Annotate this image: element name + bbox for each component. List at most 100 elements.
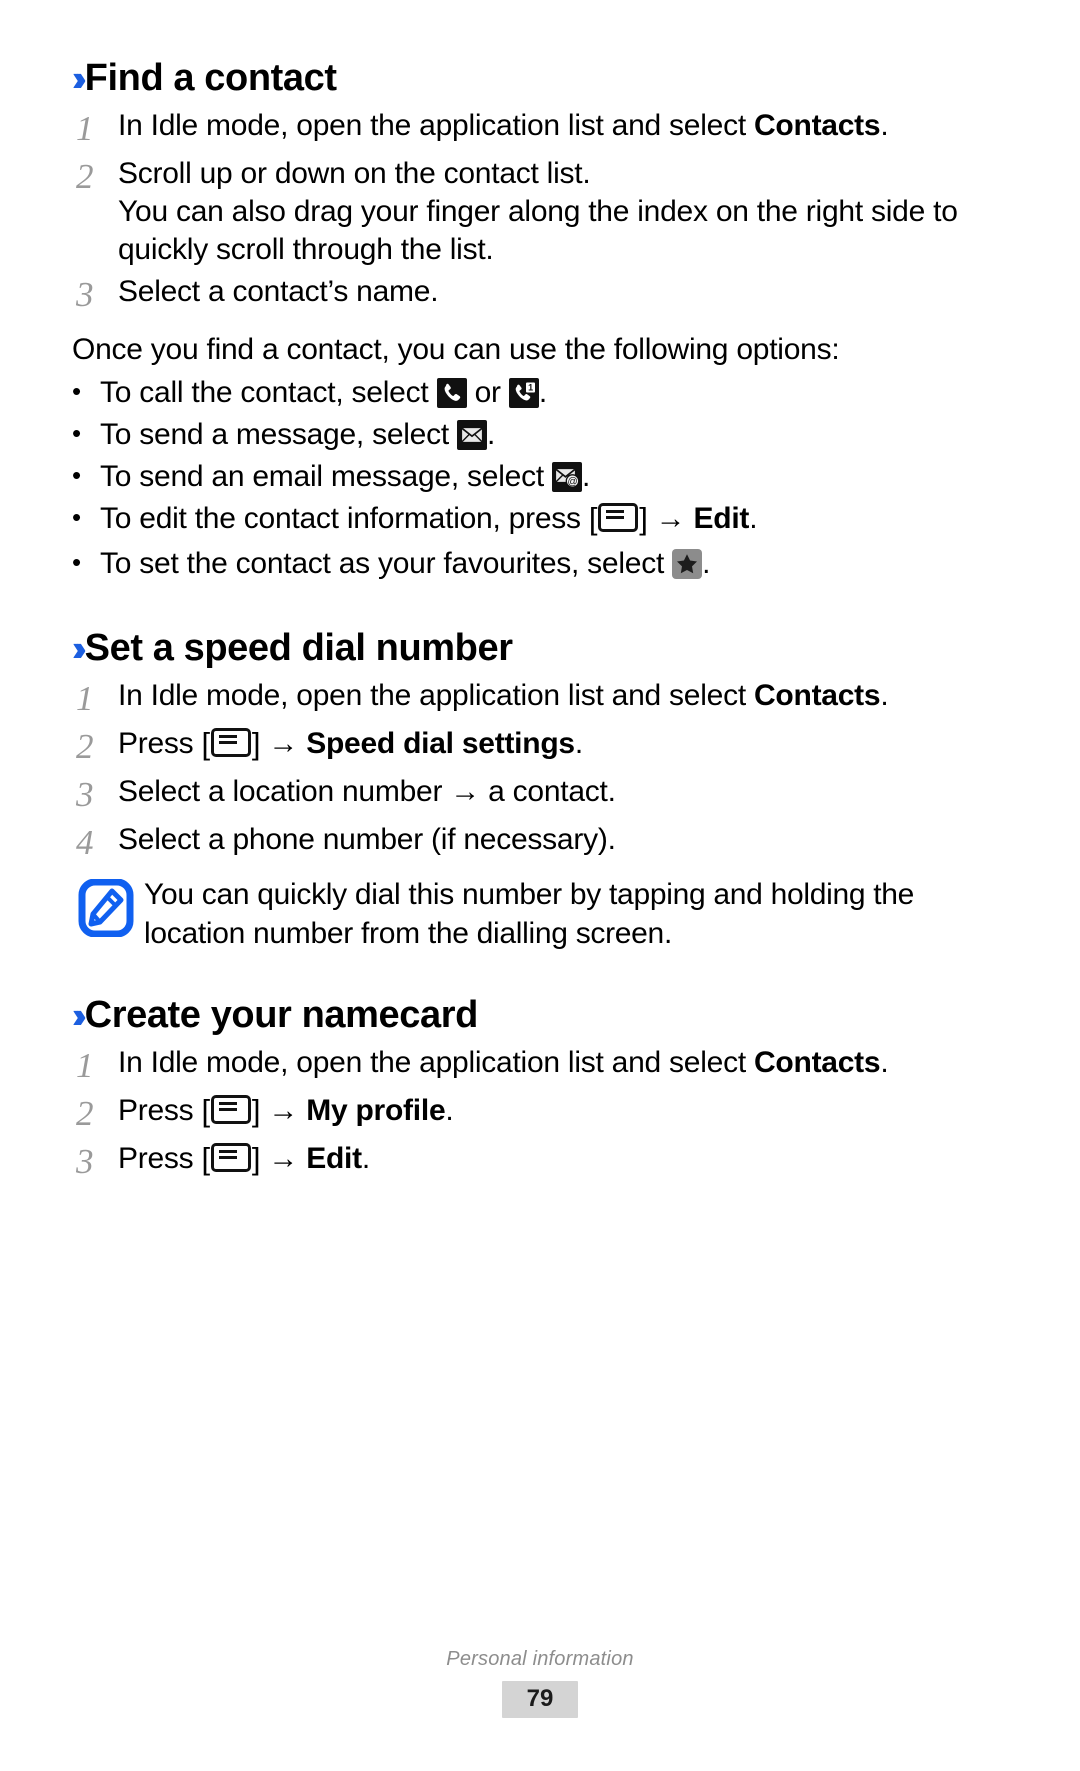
step-text-tail: . xyxy=(880,678,889,712)
step-text-tail: . xyxy=(880,1045,889,1079)
step-number: 1 xyxy=(76,1045,94,1085)
list-item-tail: . xyxy=(702,546,711,580)
bracket-left: [ xyxy=(588,501,598,537)
menu-key-glyph xyxy=(210,1094,251,1124)
list-item-lead: To set the contact as your favourites, s… xyxy=(100,546,673,580)
menu-key-glyph xyxy=(210,1143,251,1173)
step-text: Select a location number → a contact. xyxy=(118,774,616,808)
menu-key-icon: [] xyxy=(589,502,648,542)
step-text: In Idle mode, open the application list … xyxy=(118,677,972,715)
step-text-lead: Scroll up or down on the contact list. xyxy=(118,156,591,190)
step-item: 3 Press [] → Edit. xyxy=(72,1140,972,1184)
section-heading-create-your-namecard: Create your namecard xyxy=(72,993,972,1038)
list-item-lead: To edit the contact information, press xyxy=(100,502,589,536)
section-heading-set-a-speed-dial-number: Set a speed dial number xyxy=(72,626,972,671)
list-item-tail: . xyxy=(749,502,758,536)
list-item-lead: To call the contact, select xyxy=(100,376,437,410)
step-text-emphasis: Edit xyxy=(306,1142,362,1176)
step-item: 4 Select a phone number (if necessary). xyxy=(72,821,972,865)
menu-key-icon: [] xyxy=(201,1092,261,1133)
bullet-dot-icon: • xyxy=(72,376,81,407)
bullet-dot-icon: • xyxy=(72,502,81,533)
footer-chapter-title: Personal information xyxy=(446,1648,634,1670)
step-text: Press [] → Edit. xyxy=(118,1140,972,1181)
video-call-icon: 1 xyxy=(508,378,539,409)
list-item-text: To call the contact, select or 1. xyxy=(100,373,972,413)
step-text-mid: → xyxy=(260,1142,307,1176)
menu-key-icon: [] xyxy=(201,725,261,766)
bullet-dot-icon: • xyxy=(72,418,81,449)
chevron-right-icon xyxy=(72,995,79,1037)
step-item: 2 Scroll up or down on the contact list.… xyxy=(72,155,972,269)
step-text-lead: In Idle mode, open the application list … xyxy=(118,678,754,712)
list-item: • To call the contact, select or 1. xyxy=(72,373,972,413)
step-text-lead: In Idle mode, open the application list … xyxy=(118,1045,754,1079)
section-heading-find-a-contact: Find a contact xyxy=(72,56,972,101)
list-item-text: To set the contact as your favourites, s… xyxy=(100,544,972,584)
step-item: 2 Press [] → Speed dial settings. xyxy=(72,725,972,769)
step-text: In Idle mode, open the application list … xyxy=(118,1044,972,1082)
list-item: • To set the contact as your favourites,… xyxy=(72,544,972,584)
menu-key-icon: [] xyxy=(202,1143,261,1181)
bullet-dot-icon: • xyxy=(72,546,81,577)
options-bullet-list: • To call the contact, select or 1. • To… xyxy=(72,373,972,583)
step-text-emphasis: My profile xyxy=(306,1093,446,1127)
step-text-lead: Press xyxy=(118,1142,202,1176)
step-item: 1 In Idle mode, open the application lis… xyxy=(72,1044,972,1088)
step-text-tail: . xyxy=(880,108,889,142)
step-item: 1 In Idle mode, open the application lis… xyxy=(72,677,972,721)
bracket-left: [ xyxy=(201,725,211,761)
chevron-right-icon xyxy=(72,58,79,100)
step-number: 1 xyxy=(76,678,94,718)
section-heading-label: Find a contact xyxy=(84,57,337,99)
step-text: Press [] → Speed dial settings. xyxy=(118,725,972,766)
step-text: Select a phone number (if necessary). xyxy=(118,822,616,856)
list-item-tail: . xyxy=(487,418,496,452)
list-item-emphasis: Edit xyxy=(693,502,750,536)
star-favourite-icon xyxy=(672,548,703,579)
step-text-tail: . xyxy=(574,726,583,760)
menu-key-glyph xyxy=(598,503,639,533)
page-content: Find a contact 1 In Idle mode, open the … xyxy=(72,56,972,1188)
step-text-mid: → xyxy=(260,1093,307,1127)
step-item: 3 Select a location number → a contact. xyxy=(72,773,972,817)
list-item-tail: . xyxy=(582,460,591,494)
bracket-left: [ xyxy=(201,1092,211,1128)
bracket-right: ] xyxy=(639,501,648,537)
manual-page: Find a contact 1 In Idle mode, open the … xyxy=(0,0,1080,1771)
list-item: • To send an email message, select @. xyxy=(72,457,972,497)
step-number: 2 xyxy=(76,1093,94,1133)
step-text: Press [] → My profile. xyxy=(118,1092,972,1133)
list-item-text: To edit the contact information, press [… xyxy=(100,499,972,542)
step-text: In Idle mode, open the application list … xyxy=(118,107,972,145)
step-text-lead: Press xyxy=(118,1093,202,1127)
step-number: 4 xyxy=(76,822,94,862)
step-item: 3 Select a contact’s name. xyxy=(72,273,972,317)
note-text: You can quickly dial this number by tapp… xyxy=(144,878,915,951)
step-text-emphasis: Contacts xyxy=(754,108,881,142)
list-item-text: To send a message, select . xyxy=(100,415,972,455)
step-text-lead: In Idle mode, open the application list … xyxy=(118,108,754,142)
list-item-mid: → xyxy=(647,502,694,536)
chevron-right-icon xyxy=(72,628,79,670)
bullet-dot-icon: • xyxy=(72,460,81,491)
step-text-extra: You can also drag your finger along the … xyxy=(118,195,958,267)
step-text-tail: . xyxy=(445,1093,454,1127)
svg-text:1: 1 xyxy=(528,383,533,393)
section-heading-label: Create your namecard xyxy=(84,994,479,1037)
envelope-message-icon xyxy=(457,420,488,451)
step-number: 2 xyxy=(76,156,94,196)
note-callout: You can quickly dial this number by tapp… xyxy=(72,875,972,953)
step-text-emphasis: Contacts xyxy=(754,678,881,712)
options-intro-paragraph: Once you find a contact, you can use the… xyxy=(72,333,840,367)
phone-call-icon xyxy=(436,378,467,409)
list-item-lead: To send a message, select xyxy=(100,418,458,452)
step-text-lead: Press xyxy=(118,726,202,760)
step-number: 3 xyxy=(76,1142,94,1182)
step-text-mid: → xyxy=(260,726,307,760)
list-item-tail: . xyxy=(538,376,547,410)
step-text-emphasis: Contacts xyxy=(754,1045,881,1079)
list-item-mid: or xyxy=(466,376,509,410)
step-number: 3 xyxy=(76,774,94,814)
